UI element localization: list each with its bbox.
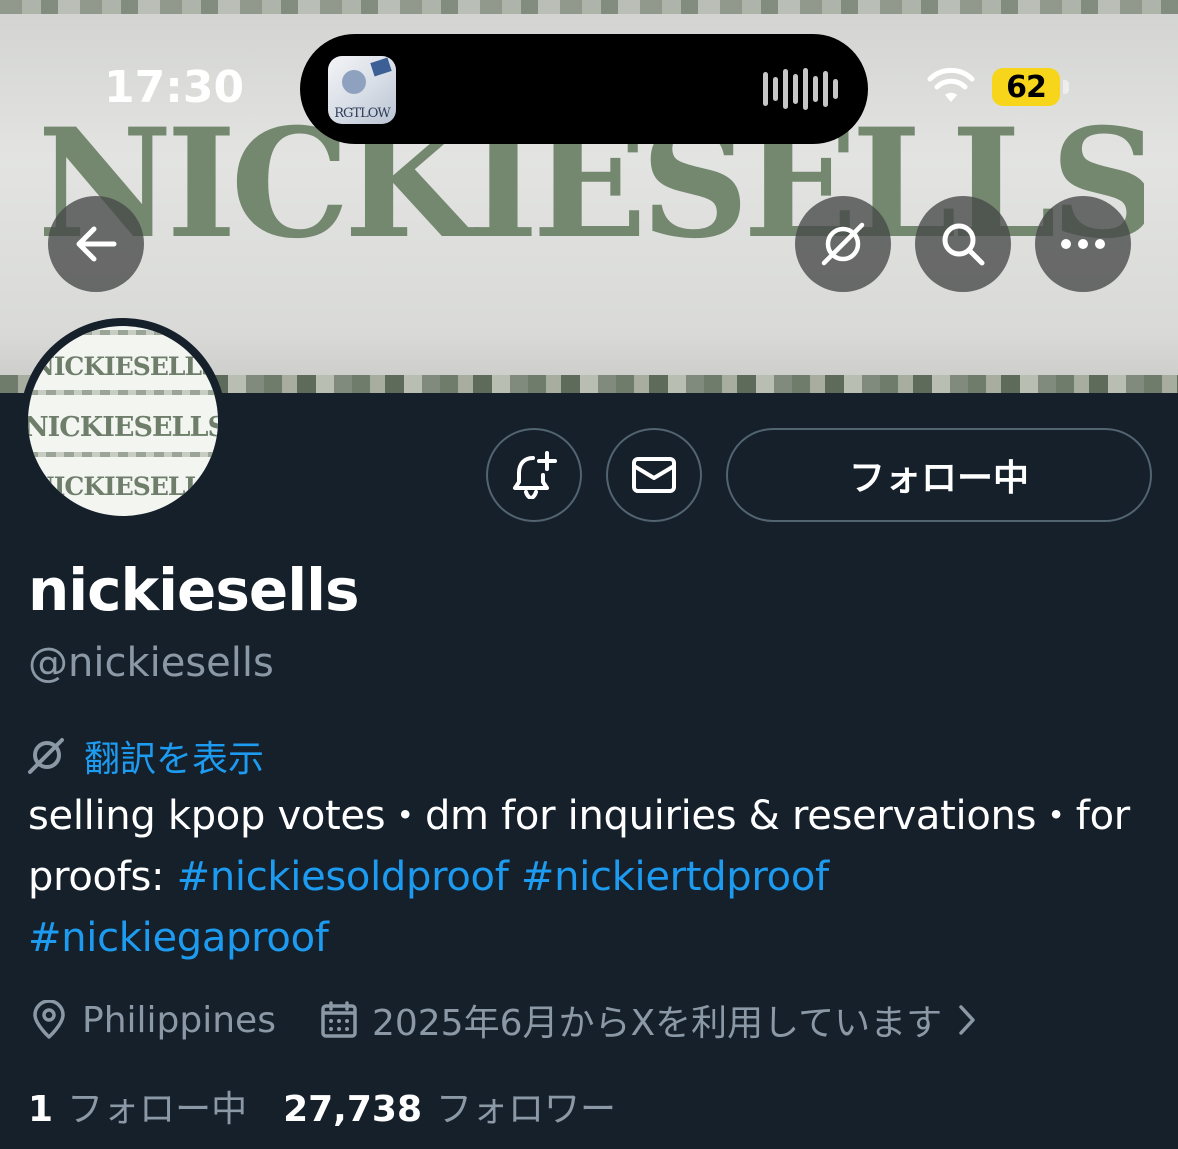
calendar-icon — [321, 1001, 357, 1038]
avatar[interactable]: NICKIESELLS NICKIESELLS NICKIESELLS — [20, 318, 226, 524]
profile-bio: selling kpop votes・dm for inquiries & re… — [28, 786, 1158, 969]
followers-label: フォロワー — [436, 1089, 617, 1130]
message-button[interactable] — [606, 428, 702, 522]
wifi-icon — [927, 67, 975, 102]
arrow-left-icon — [76, 226, 117, 262]
following-label: フォロー中 — [67, 1089, 248, 1130]
back-button[interactable] — [48, 196, 144, 292]
avatar-text-middle: NICKIESELLS — [28, 412, 218, 443]
battery-indicator: 62 — [992, 68, 1060, 106]
following-button[interactable]: フォロー中 — [726, 428, 1152, 522]
mail-icon — [632, 457, 676, 493]
translate-icon — [28, 738, 64, 774]
audio-waveform-icon — [763, 68, 838, 110]
location-text: Philippines — [82, 999, 276, 1041]
joined-text: 2025年6月からXを利用しています — [371, 1003, 943, 1044]
joined-item[interactable]: 2025年6月からXを利用しています — [320, 994, 978, 1046]
notifications-button[interactable] — [486, 428, 582, 522]
followers-stat[interactable]: 27,738 フォロワー — [283, 1080, 616, 1132]
follow-stats: 1 フォロー中 27,738 フォロワー — [28, 1080, 616, 1132]
artwork-chip — [370, 57, 392, 77]
translate-bio-link[interactable]: 翻訳を表示 — [26, 730, 264, 782]
artwork-shape — [342, 70, 366, 94]
search-button[interactable] — [915, 196, 1011, 292]
display-name: nickiesells — [28, 556, 359, 624]
avatar-stripe — [28, 330, 218, 335]
bell-plus-icon — [513, 451, 557, 499]
location-item: Philippines — [30, 1000, 276, 1041]
chevron-right-icon — [959, 1005, 975, 1035]
avatar-text-top: NICKIESELLS — [31, 352, 218, 381]
following-stat[interactable]: 1 フォロー中 — [28, 1080, 247, 1132]
artwork-text: RGTLOW — [334, 106, 391, 121]
hashtag-link-nickiegaproof[interactable]: #nickiegaproof — [28, 915, 329, 961]
location-pin-icon — [33, 1000, 65, 1039]
more-button[interactable] — [1035, 196, 1131, 292]
dynamic-island[interactable]: RGTLOW — [300, 34, 868, 144]
status-time: 17:30 — [104, 62, 245, 113]
hashtag-link-nickiertdproof[interactable]: #nickiertdproof — [521, 854, 829, 900]
translate-button[interactable] — [795, 196, 891, 292]
avatar-stripe — [28, 390, 218, 395]
profile-meta: Philippines 2025年6月からXを利用しています — [30, 994, 978, 1046]
more-icon — [1061, 239, 1105, 249]
avatar-image: NICKIESELLS NICKIESELLS NICKIESELLS — [28, 326, 218, 516]
avatar-stripe — [28, 452, 218, 457]
banner-texture-top — [0, 0, 1178, 14]
following-count: 1 — [28, 1089, 54, 1130]
followers-count: 27,738 — [283, 1089, 422, 1130]
translate-label: 翻訳を表示 — [84, 739, 265, 780]
battery-cap — [1063, 80, 1069, 94]
search-icon — [942, 223, 985, 266]
avatar-text-bottom: NICKIESELLS — [31, 472, 218, 501]
translate-icon — [821, 222, 865, 266]
now-playing-artwork[interactable]: RGTLOW — [328, 56, 396, 124]
hashtag-link-nickiesoldproof[interactable]: #nickiesoldproof — [177, 854, 509, 900]
user-handle: @nickiesells — [28, 640, 274, 686]
